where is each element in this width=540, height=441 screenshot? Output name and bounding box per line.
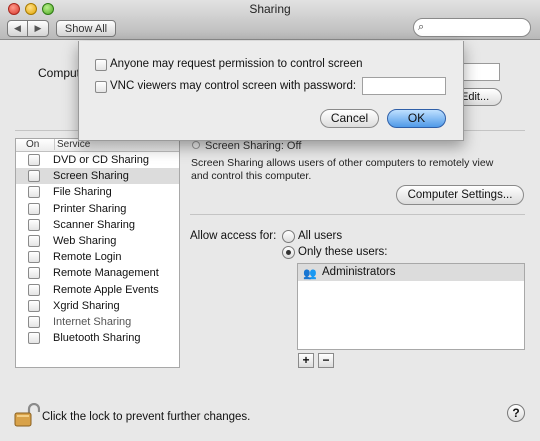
request-permission-checkbox[interactable] [95, 59, 107, 71]
service-row-bluetooth-sharing[interactable]: Bluetooth Sharing [16, 330, 179, 346]
service-label: Screen Sharing [53, 170, 129, 183]
help-button[interactable]: ? [507, 404, 525, 422]
all-users-radio[interactable] [282, 230, 295, 243]
service-label: Internet Sharing [53, 315, 132, 328]
service-label: Bluetooth Sharing [53, 332, 141, 345]
service-checkbox[interactable] [28, 283, 40, 296]
forward-button[interactable]: ▶ [28, 20, 49, 37]
service-row-remote-management[interactable]: Remote Management [16, 265, 179, 281]
user-row-administrators[interactable]: 👥 Administrators [298, 264, 524, 281]
service-label: Remote Apple Events [53, 283, 159, 296]
vnc-settings-sheet: Anyone may request permission to control… [78, 41, 464, 141]
column-header-on[interactable]: On [26, 139, 39, 150]
service-label: Remote Management [53, 267, 159, 280]
service-checkbox[interactable] [28, 218, 40, 231]
divider [190, 214, 525, 215]
users-list: 👥 Administrators [297, 263, 525, 350]
request-permission-label[interactable]: Anyone may request permission to control… [110, 58, 362, 70]
service-checkbox[interactable] [28, 332, 40, 345]
service-row-remote-login[interactable]: Remote Login [16, 249, 179, 265]
service-row-internet-sharing[interactable]: Internet Sharing [16, 314, 179, 330]
service-label: Remote Login [53, 251, 122, 264]
vnc-password-field[interactable] [362, 77, 446, 95]
service-checkbox[interactable] [28, 154, 40, 166]
lock-message: Click the lock to prevent further change… [42, 411, 251, 423]
service-label: File Sharing [53, 186, 112, 199]
nav-buttons: ◀ ▶ [7, 20, 49, 37]
service-status: Screen Sharing: Off [205, 140, 302, 152]
remove-user-button[interactable]: − [318, 353, 334, 368]
only-these-users-radio[interactable] [282, 246, 295, 259]
service-description: Screen Sharing allows users of other com… [191, 157, 494, 182]
title-bar: Sharing ◀ ▶ Show All ⌕ [0, 0, 540, 40]
service-checkbox[interactable] [28, 251, 40, 264]
computer-settings-button[interactable]: Computer Settings... [396, 185, 524, 205]
service-row-printer-sharing[interactable]: Printer Sharing [16, 201, 179, 217]
vnc-password-label[interactable]: VNC viewers may control screen with pass… [110, 80, 356, 92]
service-row-scanner-sharing[interactable]: Scanner Sharing [16, 217, 179, 233]
all-users-label[interactable]: All users [298, 230, 342, 242]
computer-name-label: Comput [38, 66, 81, 80]
search-icon: ⌕ [418, 21, 425, 33]
allow-access-label: Allow access for: [190, 230, 277, 242]
group-icon: 👥 [303, 268, 317, 280]
service-row-remote-apple-events[interactable]: Remote Apple Events [16, 282, 179, 298]
service-row-dvd[interactable]: DVD or CD Sharing [16, 152, 179, 168]
cancel-button[interactable]: Cancel [320, 109, 379, 128]
status-indicator-icon [192, 141, 200, 149]
ok-button[interactable]: OK [387, 109, 446, 128]
computer-name-field[interactable] [460, 63, 500, 81]
search-input[interactable]: ⌕ [413, 18, 531, 37]
service-label: Printer Sharing [53, 202, 127, 215]
service-checkbox[interactable] [28, 234, 40, 247]
vnc-password-checkbox[interactable] [95, 81, 107, 93]
only-these-users-label[interactable]: Only these users: [298, 246, 387, 258]
service-row-web-sharing[interactable]: Web Sharing [16, 233, 179, 249]
service-checkbox[interactable] [28, 170, 40, 183]
service-checkbox[interactable] [28, 186, 40, 199]
service-row-xgrid-sharing[interactable]: Xgrid Sharing [16, 298, 179, 314]
service-checkbox[interactable] [28, 299, 40, 312]
service-label: DVD or CD Sharing [53, 154, 149, 166]
add-user-button[interactable]: + [298, 353, 314, 368]
service-label: Scanner Sharing [53, 218, 135, 231]
user-name: Administrators [322, 266, 396, 278]
service-row-file-sharing[interactable]: File Sharing [16, 184, 179, 200]
window-title: Sharing [249, 2, 291, 16]
service-label: Web Sharing [53, 234, 117, 247]
service-checkbox[interactable] [28, 315, 40, 328]
service-row-screen-sharing[interactable]: Screen Sharing [16, 168, 179, 185]
service-checkbox[interactable] [28, 267, 40, 280]
back-button[interactable]: ◀ [7, 20, 28, 37]
service-label: Xgrid Sharing [53, 299, 120, 312]
lock-icon[interactable] [14, 403, 40, 427]
show-all-button[interactable]: Show All [56, 20, 116, 37]
service-checkbox[interactable] [28, 202, 40, 215]
service-list: On Service DVD or CD Sharing Screen Shar… [15, 138, 180, 368]
